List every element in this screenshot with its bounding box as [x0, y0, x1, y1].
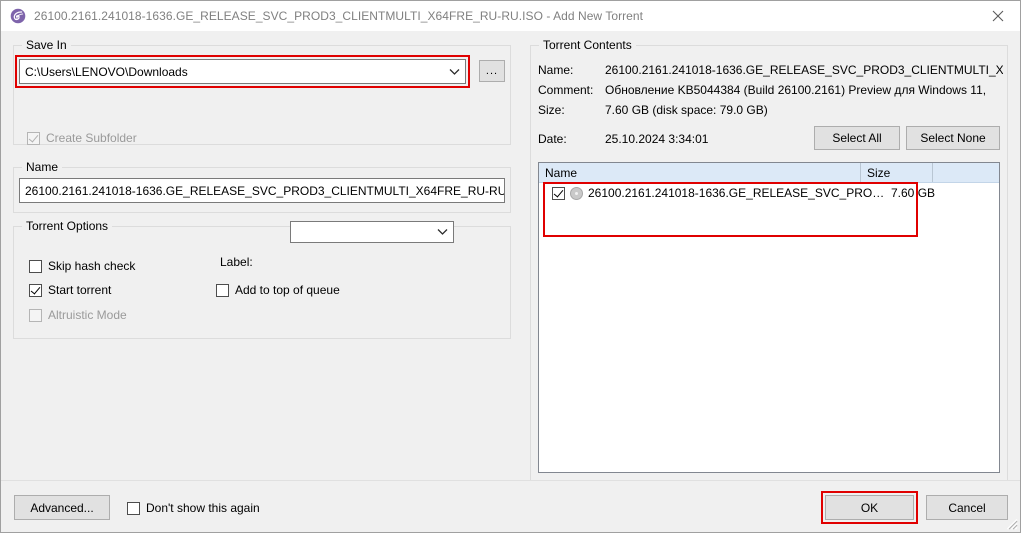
- skip-hash-check-checkbox[interactable]: Skip hash check: [29, 259, 135, 273]
- select-none-button[interactable]: Select None: [906, 126, 1000, 150]
- title-bar[interactable]: 26100.2161.241018-1636.GE_RELEASE_SVC_PR…: [0, 0, 1021, 31]
- dont-show-again-checkbox[interactable]: Don't show this again: [127, 501, 260, 515]
- select-all-button[interactable]: Select All: [814, 126, 900, 150]
- cancel-button[interactable]: Cancel: [926, 495, 1008, 520]
- column-header-size[interactable]: Size: [861, 163, 933, 182]
- checkbox-box: [29, 308, 42, 322]
- label-caption: Label:: [220, 255, 253, 269]
- footer-separator: [1, 480, 1020, 481]
- info-value-size: 7.60 GB (disk space: 79.0 GB): [605, 103, 768, 117]
- dialog-client-area: Save In C:\Users\LENOVO\Downloads ... Cr…: [0, 31, 1021, 533]
- file-list[interactable]: Name Size 26100.2161.241018-1636.GE_RELE…: [538, 162, 1000, 473]
- info-label-date: Date:: [538, 132, 567, 146]
- start-torrent-label: Start torrent: [48, 283, 112, 297]
- altruistic-mode-label: Altruistic Mode: [48, 308, 127, 322]
- checkbox-box: [27, 131, 40, 145]
- torrent-options-group-title: Torrent Options: [22, 219, 113, 233]
- file-size: 7.60 GB: [891, 186, 936, 200]
- info-value-comment: Обновление KB5044384 (Build 26100.2161) …: [605, 83, 987, 97]
- checkbox-box: [127, 501, 140, 515]
- advanced-button[interactable]: Advanced...: [14, 495, 110, 520]
- utorrent-icon: [10, 8, 26, 24]
- skip-hash-check-label: Skip hash check: [48, 259, 136, 273]
- save-in-group-title: Save In: [22, 38, 71, 52]
- disc-image-icon: [570, 186, 583, 200]
- info-label-comment: Comment:: [538, 83, 594, 97]
- checkbox-box: [29, 283, 42, 297]
- column-header-spare: [933, 163, 999, 182]
- save-path-value: C:\Users\LENOVO\Downloads: [25, 64, 188, 79]
- label-combo[interactable]: [290, 221, 454, 243]
- add-to-top-of-queue-checkbox[interactable]: Add to top of queue: [216, 283, 340, 297]
- create-subfolder-label: Create Subfolder: [46, 131, 137, 145]
- chevron-down-icon: [431, 228, 453, 236]
- window-title: 26100.2161.241018-1636.GE_RELEASE_SVC_PR…: [34, 9, 644, 23]
- info-label-size: Size:: [538, 103, 565, 117]
- checkbox-box: [216, 283, 229, 297]
- altruistic-mode-checkbox[interactable]: Altruistic Mode: [29, 308, 127, 322]
- info-value-date: 25.10.2024 3:34:01: [605, 132, 709, 146]
- table-row[interactable]: 26100.2161.241018-1636.GE_RELEASE_SVC_PR…: [539, 183, 999, 203]
- add-to-top-label: Add to top of queue: [235, 283, 340, 297]
- chevron-down-icon: [443, 68, 465, 76]
- browse-button[interactable]: ...: [479, 60, 505, 82]
- info-label-name: Name:: [538, 63, 574, 77]
- start-torrent-checkbox[interactable]: Start torrent: [29, 283, 111, 297]
- info-value-name: 26100.2161.241018-1636.GE_RELEASE_SVC_PR…: [605, 63, 1003, 77]
- file-name: 26100.2161.241018-1636.GE_RELEASE_SVC_PR…: [588, 186, 888, 200]
- torrent-name-input[interactable]: 26100.2161.241018-1636.GE_RELEASE_SVC_PR…: [19, 178, 505, 203]
- dont-show-again-label: Don't show this again: [146, 501, 260, 515]
- save-path-combo[interactable]: C:\Users\LENOVO\Downloads: [19, 59, 466, 84]
- column-header-name[interactable]: Name: [539, 163, 861, 182]
- file-list-header: Name Size: [539, 163, 999, 183]
- file-checkbox[interactable]: [552, 186, 565, 200]
- resize-grip[interactable]: [1004, 516, 1018, 530]
- name-group-title: Name: [22, 160, 63, 174]
- ok-button[interactable]: OK: [825, 495, 914, 520]
- checkbox-box: [29, 259, 42, 273]
- close-icon[interactable]: [975, 1, 1020, 31]
- create-subfolder-checkbox[interactable]: Create Subfolder: [27, 131, 137, 145]
- torrent-contents-group-title: Torrent Contents: [539, 38, 636, 52]
